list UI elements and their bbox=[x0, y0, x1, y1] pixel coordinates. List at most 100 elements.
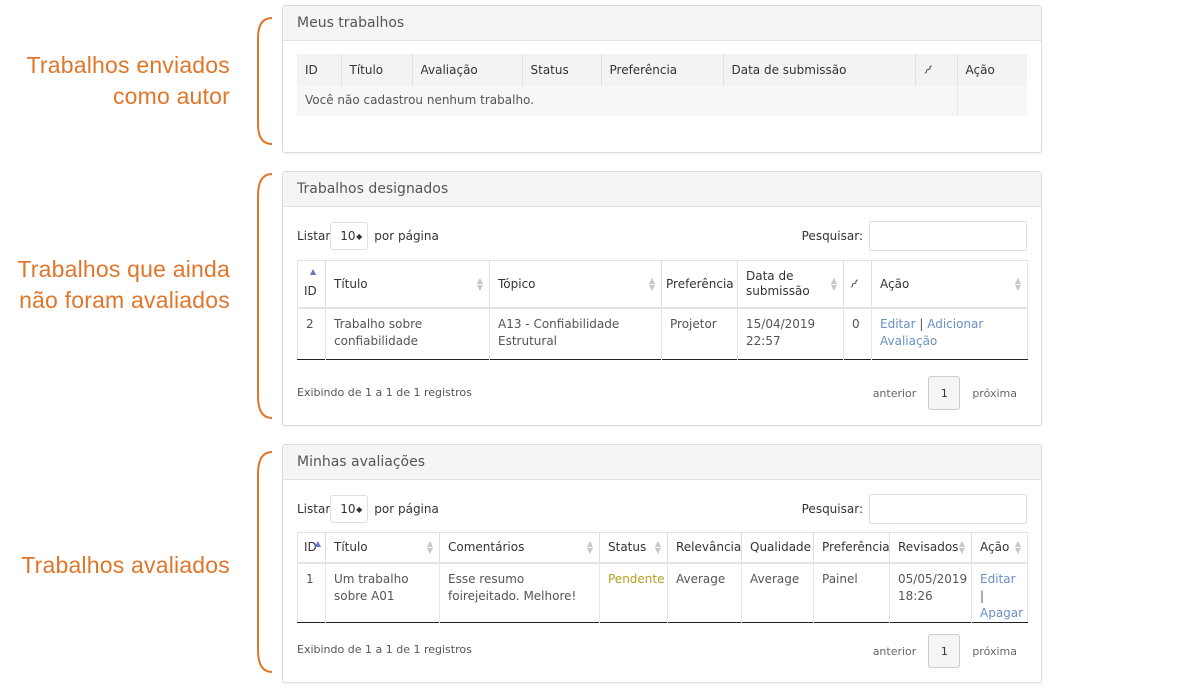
sort-icon: ▲ ▼ bbox=[648, 276, 655, 292]
sort-icon: ▲ ▼ bbox=[654, 539, 661, 556]
sort-icon: ▲ ▼ bbox=[1014, 539, 1021, 556]
annotation-line: como autor bbox=[112, 83, 230, 109]
table-info: Exibindo de 1 a 1 de 1 registros bbox=[297, 643, 472, 656]
table-cell: Trabalho sobre confiabilidade bbox=[325, 308, 490, 360]
next-button[interactable]: próxima bbox=[972, 387, 1017, 400]
list-prefix: Listar bbox=[297, 229, 331, 243]
annotation-line: Trabalhos enviados bbox=[26, 52, 230, 78]
sort-icon: ▲ ▼ bbox=[830, 276, 837, 292]
action-separator: | bbox=[980, 588, 985, 603]
column-header[interactable]: ⌇ bbox=[843, 260, 872, 309]
column-header[interactable]: Tópico ▲ ▼ bbox=[489, 260, 662, 309]
table-cell: Average bbox=[667, 562, 742, 622]
sort-icon: ▲ ▼ bbox=[1014, 276, 1021, 292]
page-length-control: Listar 10 ◆ por página bbox=[297, 495, 439, 523]
column-header[interactable]: Revisados ▲ ▼ bbox=[889, 532, 972, 564]
column-header[interactable]: Data de submissão ▲ ▼ bbox=[737, 260, 844, 309]
table-cell: 0 bbox=[843, 308, 872, 360]
annotation-line: Trabalhos avaliados bbox=[21, 552, 230, 578]
column-header[interactable]: Título bbox=[341, 54, 413, 86]
minhas-avaliacoes-panel: Minhas avaliações Listar 10 ◆ por página… bbox=[282, 444, 1042, 683]
status-badge: Pendente bbox=[599, 562, 668, 622]
table-info: Exibindo de 1 a 1 de 1 registros bbox=[297, 386, 472, 399]
meus-trabalhos-table: ID Título Avaliação Status Preferência D… bbox=[297, 54, 1027, 116]
annotation-line: não foram avaliados bbox=[19, 287, 230, 313]
column-header[interactable]: Status bbox=[522, 54, 602, 86]
column-header[interactable]: ID ▲ bbox=[297, 260, 326, 309]
page-button[interactable]: 1 bbox=[928, 634, 961, 668]
minhas-avaliacoes-table: ID ▲ Título ▲ ▼ Comentários ▲ ▼ Status ▲ ▼ Rele… bbox=[297, 532, 1028, 623]
delete-link[interactable]: Apagar bbox=[980, 606, 1023, 620]
per-page-select[interactable]: 10 ◆ bbox=[330, 222, 369, 250]
per-page-value: 10 bbox=[340, 502, 356, 516]
sort-icon: ▲ ▼ bbox=[476, 276, 483, 292]
search-input[interactable] bbox=[869, 221, 1027, 251]
bracket-icon bbox=[257, 17, 273, 145]
sort-icon: ▲ bbox=[310, 267, 317, 276]
column-header[interactable]: Preferência bbox=[813, 532, 890, 564]
per-page-select[interactable]: 10 ◆ bbox=[330, 495, 369, 523]
annotation-line: Trabalhos que ainda bbox=[17, 256, 230, 282]
table-row: Você não cadastrou nenhum trabalho. bbox=[297, 86, 1027, 116]
column-header[interactable]: Ação bbox=[957, 54, 1027, 86]
table-cell: Painel bbox=[813, 562, 890, 622]
table-cell: 15/04/2019 22:57 bbox=[737, 308, 844, 360]
column-header[interactable]: Preferência bbox=[601, 54, 724, 86]
column-header[interactable]: ID ▲ bbox=[297, 532, 326, 564]
table-cell: A13 - Confiabilidade Estrutural bbox=[489, 308, 662, 360]
column-header[interactable]: Título ▲ ▼ bbox=[325, 260, 490, 309]
trabalhos-designados-panel: Trabalhos designados Listar 10 ◆ por pág… bbox=[282, 171, 1042, 426]
page-length-control: Listar 10 ◆ por página bbox=[297, 222, 439, 250]
column-header[interactable]: Ação ▲ ▼ bbox=[971, 532, 1028, 564]
search-control: Pesquisar: bbox=[802, 221, 1027, 251]
select-caret-icon: ◆ bbox=[356, 231, 363, 241]
column-header[interactable]: Ação ▲ ▼ bbox=[871, 260, 1028, 309]
table-cell: Editar | Adicionar Avaliação bbox=[872, 308, 1028, 360]
annotation-reviewed: Trabalhos avaliados bbox=[21, 550, 230, 581]
column-header[interactable]: Qualidade bbox=[741, 532, 814, 564]
table-cell: 05/05/2019 18:26 bbox=[889, 562, 972, 622]
list-prefix: Listar bbox=[297, 502, 331, 516]
table-row: 2 Trabalho sobre confiabilidade A13 - Co… bbox=[297, 308, 1028, 360]
table-row: 1 Um trabalho sobre A01 Esse resumo foir… bbox=[297, 562, 1028, 623]
column-header[interactable]: Preferência bbox=[661, 260, 738, 309]
column-header[interactable]: ID bbox=[297, 54, 342, 86]
meus-trabalhos-panel: Meus trabalhos ID Título Avaliação Statu… bbox=[282, 5, 1042, 153]
column-header[interactable]: Status ▲ ▼ bbox=[599, 532, 668, 564]
pagination: anterior 1 próxima bbox=[873, 376, 1017, 410]
column-header[interactable]: Comentários ▲ ▼ bbox=[439, 532, 600, 564]
column-header[interactable]: Avaliação bbox=[412, 54, 523, 86]
search-label: Pesquisar: bbox=[801, 502, 863, 516]
edit-link[interactable]: Editar bbox=[880, 317, 916, 331]
sort-icon: ▲ ▼ bbox=[958, 539, 965, 556]
edit-link[interactable]: Editar bbox=[980, 572, 1016, 586]
previous-button[interactable]: anterior bbox=[873, 387, 917, 400]
column-header[interactable]: Data de submissão bbox=[723, 54, 916, 86]
table-cell: 1 bbox=[297, 562, 326, 622]
table-cell: Um trabalho sobre A01 bbox=[325, 562, 440, 622]
table-cell: Esse resumo foirejeitado. Melhore! bbox=[439, 562, 600, 622]
trabalhos-designados-table: ID ▲ Título ▲ ▼ Tópico ▲ ▼ Preferência Data d… bbox=[297, 260, 1028, 360]
column-header[interactable]: Título ▲ ▼ bbox=[325, 532, 440, 564]
annotation-authored: Trabalhos enviados como autor bbox=[27, 50, 230, 112]
empty-message: Você não cadastrou nenhum trabalho. bbox=[297, 86, 958, 116]
pagination: anterior 1 próxima bbox=[873, 634, 1017, 668]
search-input[interactable] bbox=[869, 494, 1027, 524]
table-cell: Editar | Apagar bbox=[972, 563, 1028, 623]
per-page-value: 10 bbox=[340, 229, 356, 243]
panel-title: Meus trabalhos bbox=[283, 6, 1041, 41]
previous-button[interactable]: anterior bbox=[873, 645, 917, 658]
table-cell bbox=[957, 86, 1027, 116]
next-button[interactable]: próxima bbox=[972, 645, 1017, 658]
panel-title: Minhas avaliações bbox=[283, 445, 1041, 480]
page-button[interactable]: 1 bbox=[928, 376, 961, 410]
list-suffix: por página bbox=[374, 502, 439, 516]
table-cell: Projetor bbox=[661, 308, 738, 360]
column-header[interactable]: ⌇ bbox=[915, 54, 958, 86]
sort-icon: ▲ bbox=[314, 539, 321, 549]
column-header[interactable]: Relevância bbox=[667, 532, 742, 564]
table-cell: Average bbox=[741, 562, 814, 622]
bracket-icon bbox=[257, 173, 273, 419]
sort-icon: ▲ ▼ bbox=[426, 539, 433, 556]
panel-title: Trabalhos designados bbox=[283, 172, 1041, 207]
